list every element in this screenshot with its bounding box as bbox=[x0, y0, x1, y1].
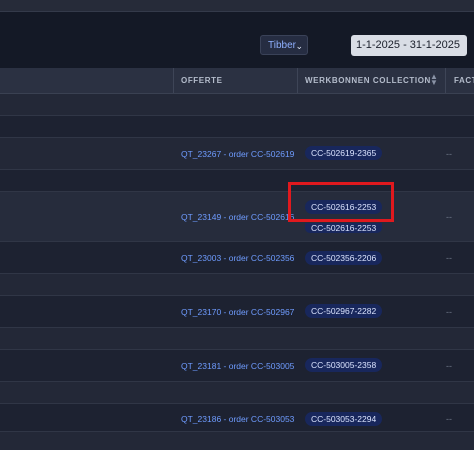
sort-icon[interactable]: ▲ ▼ bbox=[430, 73, 438, 87]
factuur-value: -- bbox=[446, 361, 452, 371]
table-row: QT_23170 - order CC-502967 CC-502967-228… bbox=[0, 296, 474, 328]
table-row-empty bbox=[0, 116, 474, 138]
factuur-value: -- bbox=[446, 253, 452, 263]
offerte-link[interactable]: QT_23003 - order CC-502356 bbox=[181, 253, 294, 263]
factuur-value: -- bbox=[446, 414, 452, 424]
top-strip bbox=[0, 0, 474, 12]
werkbon-badge-secondary[interactable]: CC-502616-2253 bbox=[305, 223, 383, 233]
offerte-link[interactable]: QT_23149 - order CC-502616 bbox=[181, 212, 294, 222]
table-row: QT_23181 - order CC-503005 CC-503005-235… bbox=[0, 350, 474, 382]
table-row-empty bbox=[0, 328, 474, 350]
table-row-empty bbox=[0, 94, 474, 116]
date-range-picker[interactable]: 1-1-2025 - 31-1-2025 bbox=[351, 35, 467, 56]
date-range-value: 1-1-2025 - 31-1-2025 bbox=[356, 39, 460, 51]
offerte-link[interactable]: QT_23181 - order CC-503005 bbox=[181, 361, 294, 371]
table-row-empty bbox=[0, 382, 474, 404]
werkbon-badge[interactable]: CC-502967-2282 bbox=[305, 304, 383, 318]
column-divider bbox=[445, 68, 446, 93]
table-row: QT_23003 - order CC-502356 CC-502356-220… bbox=[0, 242, 474, 274]
chevron-down-icon: ⌄ bbox=[295, 41, 303, 51]
column-divider bbox=[297, 68, 298, 93]
werkbon-badge[interactable]: CC-503005-2358 bbox=[305, 358, 383, 372]
column-header-offerte[interactable]: OFFERTE bbox=[181, 68, 223, 93]
company-select-value: Tibber bbox=[268, 40, 296, 51]
column-divider bbox=[173, 68, 174, 93]
table-row-empty bbox=[0, 170, 474, 192]
offerte-link[interactable]: QT_23170 - order CC-502967 bbox=[181, 307, 294, 317]
table-row-empty bbox=[0, 274, 474, 296]
factuur-value: -- bbox=[446, 307, 452, 317]
werkbon-badge[interactable]: CC-502356-2206 bbox=[305, 251, 383, 265]
werkbon-badge[interactable]: CC-502619-2365 bbox=[305, 146, 383, 160]
table-header: OFFERTE WERKBONNEN COLLECTION FACT bbox=[0, 68, 474, 94]
column-header-factuur[interactable]: FACT bbox=[454, 68, 474, 93]
highlight-annotation-box bbox=[288, 182, 394, 222]
table-row-empty bbox=[0, 432, 474, 450]
werkbon-badge[interactable]: CC-503053-2294 bbox=[305, 412, 383, 426]
table-row: QT_23186 - order CC-503053 CC-503053-229… bbox=[0, 404, 474, 432]
table-row: QT_23149 - order CC-502616 CC-502616-225… bbox=[0, 192, 474, 242]
column-header-werkbonnen[interactable]: WERKBONNEN COLLECTION bbox=[305, 68, 431, 93]
factuur-value: -- bbox=[446, 149, 452, 159]
factuur-value: -- bbox=[446, 212, 452, 222]
offerte-link[interactable]: QT_23267 - order CC-502619 bbox=[181, 149, 294, 159]
offerte-link[interactable]: QT_23186 - order CC-503053 bbox=[181, 414, 294, 424]
company-select[interactable]: Tibber ⌄ bbox=[260, 35, 308, 55]
table-row: QT_23267 - order CC-502619 CC-502619-236… bbox=[0, 138, 474, 170]
